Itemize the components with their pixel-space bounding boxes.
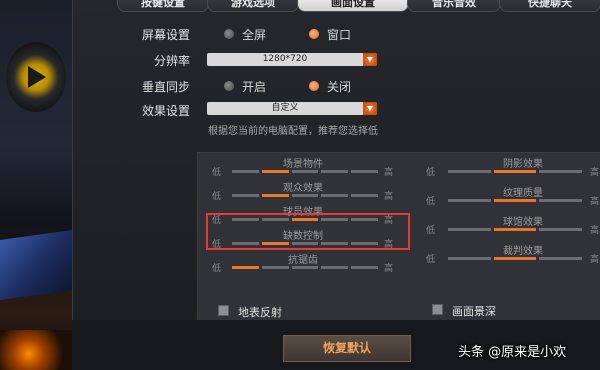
slider-high-label: 高 <box>384 192 394 202</box>
resolution-select[interactable]: 1280*720 <box>207 53 377 66</box>
slider-segment[interactable] <box>539 170 583 173</box>
slider-low-label: 低 <box>212 264 222 274</box>
slider-track[interactable] <box>448 228 583 231</box>
slider-title: 球馆效果 <box>503 217 543 228</box>
slider-segment[interactable] <box>448 257 491 260</box>
slider-segment[interactable] <box>321 194 349 197</box>
resolution-value: 1280*720 <box>262 54 308 64</box>
slider-track[interactable] <box>232 170 378 173</box>
slider-track[interactable] <box>448 170 583 173</box>
slider-segment[interactable] <box>291 170 319 173</box>
slider-title: 场景物件 <box>283 159 323 170</box>
slider-segment[interactable] <box>321 266 349 269</box>
ground-reflection-checkbox[interactable] <box>218 305 229 316</box>
slider-title: 裁判效果 <box>503 246 543 257</box>
windowed-label: 窗口 <box>327 28 352 42</box>
slider-segment[interactable] <box>232 266 259 269</box>
slider-segment[interactable] <box>351 266 378 269</box>
vsync-on-label: 开启 <box>242 80 267 94</box>
tab-display-settings[interactable]: 画面设置 <box>297 0 409 12</box>
resolution-label: 分辨率 <box>154 54 191 68</box>
slider-track[interactable] <box>448 257 583 260</box>
fullscreen-label: 全屏 <box>242 28 267 42</box>
slider-segment[interactable] <box>351 170 378 173</box>
slider-high-label: 高 <box>384 168 394 178</box>
slider-high-label: 高 <box>384 264 394 274</box>
slider-track[interactable] <box>232 266 378 269</box>
ground-reflection-label: 地表反射 <box>238 306 282 319</box>
slider-low-label: 低 <box>426 226 436 236</box>
slider-high-label: 高 <box>590 197 600 207</box>
depth-of-field-label: 画面景深 <box>452 305 496 318</box>
slider-title: 观众效果 <box>283 183 323 194</box>
slider-track[interactable] <box>448 199 583 202</box>
vsync-off-radio[interactable] <box>309 81 319 91</box>
slider-segment[interactable] <box>539 199 583 202</box>
slider-low-label: 低 <box>426 197 436 207</box>
screen-setting-label: 屏幕设置 <box>142 28 191 42</box>
vsync-off-label: 关闭 <box>327 80 352 94</box>
slider-segment[interactable] <box>539 228 583 231</box>
slider-segment[interactable] <box>539 257 583 260</box>
slider-segment[interactable] <box>493 257 537 260</box>
reset-default-button[interactable]: 恢复默认 <box>283 335 411 362</box>
slider-high-label: 高 <box>590 168 600 178</box>
play-icon <box>28 66 46 88</box>
slider-high-label: 高 <box>590 226 600 236</box>
chevron-down-icon <box>363 53 377 66</box>
slider-high-label: 高 <box>590 255 600 265</box>
slider-segment[interactable] <box>232 170 259 173</box>
effect-value: 自定义 <box>271 103 299 113</box>
background-light <box>0 330 72 370</box>
tab-music-sound[interactable]: 音乐音效 <box>407 0 501 12</box>
slider-segment[interactable] <box>493 228 537 231</box>
depth-of-field-checkbox[interactable] <box>432 304 443 315</box>
tab-game-options[interactable]: 游戏选项 <box>207 0 299 12</box>
slider-track[interactable] <box>232 194 378 197</box>
vsync-on-radio[interactable] <box>224 81 234 91</box>
fullscreen-radio[interactable] <box>224 29 234 39</box>
highlight-box <box>206 213 410 250</box>
slider-segment[interactable] <box>232 194 259 197</box>
game-background <box>0 0 72 370</box>
slider-title: 纹理质量 <box>503 188 543 199</box>
slider-segment[interactable] <box>493 199 537 202</box>
slider-segment[interactable] <box>351 194 378 197</box>
watermark: 头条 @原来是小欢 <box>458 345 567 360</box>
slider-low-label: 低 <box>212 192 222 202</box>
tab-quick-chat[interactable]: 快捷聊天 <box>499 0 600 12</box>
slider-segment[interactable] <box>448 199 491 202</box>
slider-segment[interactable] <box>321 170 349 173</box>
slider-segment[interactable] <box>291 194 319 197</box>
tab-bar: 按键设置 游戏选项 画面设置 音乐音效 快捷聊天 <box>73 0 600 12</box>
slider-segment[interactable] <box>448 170 491 173</box>
background-banner <box>0 229 72 301</box>
effect-hint: 根据您当前的电脑配置，推荐您选择低 <box>208 126 378 137</box>
slider-segment[interactable] <box>261 194 289 197</box>
slider-segment[interactable] <box>493 170 537 173</box>
slider-segment[interactable] <box>261 170 289 173</box>
slider-low-label: 低 <box>212 168 222 178</box>
slider-segment[interactable] <box>291 266 319 269</box>
effect-label: 效果设置 <box>142 104 191 118</box>
slider-low-label: 低 <box>426 168 436 178</box>
slider-title: 阴影效果 <box>503 159 543 170</box>
settings-dialog: 按键设置 游戏选项 画面设置 音乐音效 快捷聊天 屏幕设置 全屏 窗口 分辨率 … <box>72 0 600 370</box>
slider-low-label: 低 <box>426 255 436 265</box>
slider-segment[interactable] <box>261 266 289 269</box>
chevron-down-icon <box>363 102 377 115</box>
vsync-label: 垂直同步 <box>142 80 191 94</box>
slider-title: 抗锯齿 <box>288 255 318 266</box>
effect-select[interactable]: 自定义 <box>207 102 377 115</box>
windowed-radio[interactable] <box>309 29 319 39</box>
slider-segment[interactable] <box>448 228 491 231</box>
tab-key-settings[interactable]: 按键设置 <box>117 0 209 12</box>
